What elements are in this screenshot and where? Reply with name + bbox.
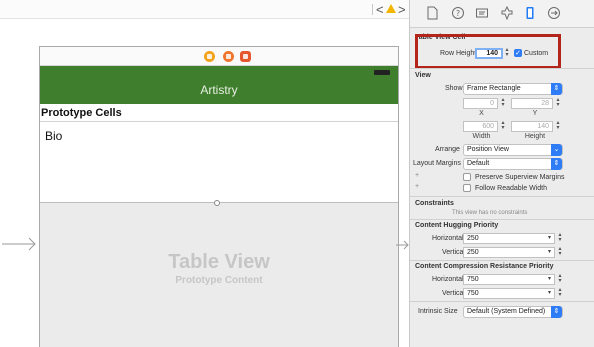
dropdown-icon: ▾: [547, 235, 551, 241]
back-arrow-icon[interactable]: <: [376, 2, 384, 17]
x-label: X: [479, 110, 484, 117]
compression-vertical-stepper[interactable]: ▴ ▾: [557, 287, 563, 299]
jumpbar-separator: [372, 4, 373, 15]
chevron-updown-icon: ⇕: [551, 306, 562, 318]
attributes-icon[interactable]: [500, 6, 514, 20]
compression-vertical-field[interactable]: 750 ▾: [463, 288, 555, 299]
section-divider: [410, 301, 594, 302]
constraints-title: Constraints: [415, 200, 454, 207]
scene-dock: [40, 47, 398, 66]
navigation-title[interactable]: Artistry: [40, 83, 398, 97]
layout-margins-label: Layout Margins: [413, 160, 461, 167]
width-label: Width: [472, 133, 491, 140]
height-field[interactable]: 140: [511, 121, 553, 132]
navigation-bar[interactable]: Artistry: [40, 66, 398, 104]
hugging-vertical-label: Vertical: [442, 249, 465, 256]
forward-arrow-icon[interactable]: >: [398, 2, 406, 17]
chevron-updown-icon: ⇕: [551, 83, 562, 95]
entry-point-arrow-icon[interactable]: [2, 237, 36, 251]
intrinsic-size-popup[interactable]: Default (System Defined) ⇕: [463, 306, 563, 318]
hugging-vertical-stepper[interactable]: ▴ ▾: [557, 246, 563, 258]
arrange-popup[interactable]: Position View ⌄: [463, 144, 563, 156]
compression-horizontal-value: 750: [467, 276, 479, 283]
view-controller-scene[interactable]: Artistry Prototype Cells Bio Table View …: [39, 46, 399, 347]
warning-icon[interactable]: [386, 4, 396, 13]
compression-vertical-value: 750: [467, 290, 479, 297]
preserve-margins-checkbox[interactable]: [463, 173, 471, 181]
storyboard-canvas[interactable]: < > Artistry Prototype Cells Bio Table V…: [0, 0, 409, 347]
row-height-highlight-box: [415, 34, 561, 69]
compression-horizontal-field[interactable]: 750 ▾: [463, 274, 555, 285]
chevron-down-icon: ⌄: [551, 144, 562, 156]
dropdown-icon: ▾: [547, 276, 551, 282]
table-view[interactable]: Table View Prototype Content: [40, 200, 398, 347]
y-field[interactable]: 28: [511, 98, 553, 109]
size-inspector: ? Table View Cell Row Height 140 ▴ ▾ ✓ Cu…: [409, 0, 594, 347]
hugging-vertical-field[interactable]: 250 ▾: [463, 247, 555, 258]
compression-horizontal-label: Horizontal: [432, 276, 464, 283]
exit-icon[interactable]: [240, 51, 251, 62]
intrinsic-size-value: Default (System Defined): [467, 308, 546, 315]
identity-icon[interactable]: [475, 6, 489, 20]
section-divider: [410, 196, 594, 197]
hugging-title: Content Hugging Priority: [415, 222, 499, 229]
section-divider: [410, 219, 594, 220]
battery-icon: [374, 70, 390, 75]
compression-horizontal-stepper[interactable]: ▴ ▾: [557, 273, 563, 285]
dropdown-icon: ▾: [547, 290, 551, 296]
height-label: Height: [524, 133, 546, 140]
preserve-margins-label: Preserve Superview Margins: [475, 174, 565, 181]
compression-title: Content Compression Resistance Priority: [415, 263, 554, 270]
no-constraints-text: This view has no constraints: [452, 210, 528, 216]
show-label: Show: [445, 85, 463, 92]
prototype-separator: [40, 121, 398, 122]
hugging-vertical-value: 250: [467, 249, 479, 256]
add-variation-icon[interactable]: +: [415, 183, 419, 190]
help-icon[interactable]: ?: [451, 6, 465, 20]
dropdown-icon: ▾: [547, 249, 551, 255]
add-variation-icon[interactable]: +: [415, 172, 419, 179]
follow-readable-width-checkbox[interactable]: [463, 184, 471, 192]
follow-readable-width-label: Follow Readable Width: [475, 185, 547, 192]
arrange-popup-value: Position View: [467, 146, 509, 153]
show-popup-value: Frame Rectangle: [467, 85, 521, 92]
show-popup[interactable]: Frame Rectangle ⇕: [463, 83, 563, 95]
compression-vertical-label: Vertical: [442, 290, 465, 297]
section-divider: [410, 260, 594, 261]
size-icon[interactable]: [523, 6, 537, 20]
hugging-horizontal-value: 250: [467, 235, 479, 242]
table-view-subtitle: Prototype Content: [175, 275, 263, 286]
segue-arrow-icon[interactable]: [396, 240, 409, 250]
svg-text:?: ?: [456, 9, 460, 18]
prototype-cells-header: Prototype Cells: [41, 107, 122, 119]
hugging-horizontal-stepper[interactable]: ▴ ▾: [557, 232, 563, 244]
section-divider: [410, 68, 594, 69]
hugging-horizontal-field[interactable]: 250 ▾: [463, 233, 555, 244]
jump-bar: < >: [0, 0, 409, 19]
first-responder-icon[interactable]: [223, 51, 234, 62]
intrinsic-size-label: Intrinsic Size: [418, 308, 458, 315]
arrange-label: Arrange: [435, 146, 460, 153]
width-field[interactable]: 600: [463, 121, 498, 132]
file-icon[interactable]: [425, 6, 439, 20]
connections-icon[interactable]: [547, 6, 561, 20]
inspector-tab-bar: ?: [410, 0, 594, 28]
height-stepper[interactable]: ▴ ▾: [555, 120, 561, 132]
resize-handle[interactable]: [214, 200, 220, 206]
chevron-updown-icon: ⇕: [551, 158, 562, 170]
y-label: Y: [532, 110, 538, 117]
layout-margins-popup-value: Default: [467, 160, 490, 167]
x-field[interactable]: 0: [463, 98, 498, 109]
table-view-title: Table View: [168, 251, 270, 273]
view-controller-icon[interactable]: [204, 51, 215, 62]
x-stepper[interactable]: ▴ ▾: [500, 97, 506, 109]
layout-margins-popup[interactable]: Default ⇕: [463, 158, 563, 170]
hugging-horizontal-label: Horizontal: [432, 235, 464, 242]
cell-bio-label[interactable]: Bio: [45, 129, 62, 143]
width-stepper[interactable]: ▴ ▾: [500, 120, 506, 132]
y-stepper[interactable]: ▴ ▾: [555, 97, 561, 109]
view-section-title: View: [415, 72, 431, 79]
